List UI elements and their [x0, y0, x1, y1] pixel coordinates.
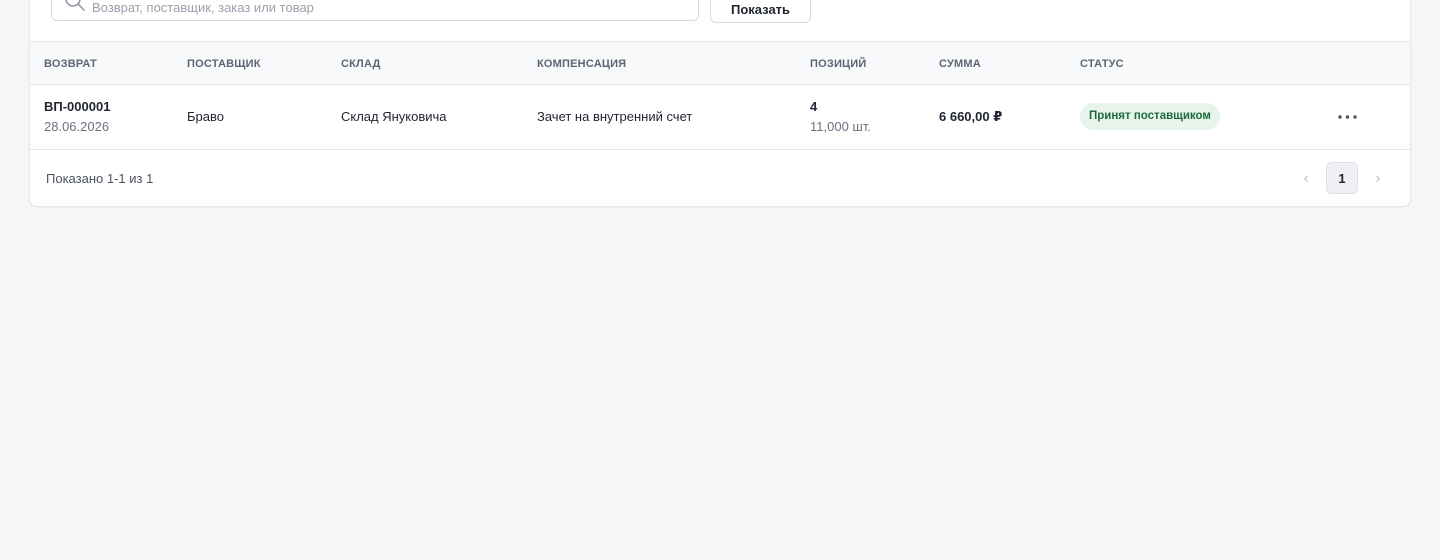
- warehouse-name: Склад Януковича: [341, 109, 447, 124]
- column-header-return[interactable]: Возврат: [44, 58, 97, 70]
- return-date: 28.06.2026: [44, 119, 110, 134]
- table-header: Возврат Поставщик Склад Компенсация Пози…: [30, 42, 1410, 85]
- pagination-next-button[interactable]: ›: [1366, 163, 1390, 195]
- search-input[interactable]: [92, 0, 682, 20]
- column-header-status[interactable]: Статус: [1080, 58, 1124, 70]
- search-icon: [65, 0, 85, 11]
- column-header-amount[interactable]: Сумма: [939, 58, 981, 70]
- pagination-page-button[interactable]: 1: [1326, 162, 1358, 194]
- more-horizontal-icon: [1338, 115, 1357, 119]
- column-header-supplier[interactable]: Поставщик: [187, 58, 261, 70]
- table-row[interactable]: ВП-000001 28.06.2026 Браво Склад Янукови…: [30, 85, 1410, 150]
- filter-bar: Показать: [30, 0, 1410, 42]
- row-actions-button[interactable]: [1330, 103, 1366, 131]
- show-button[interactable]: Показать: [710, 0, 811, 23]
- returns-card: Показать Возврат Поставщик Склад Компенс…: [29, 0, 1411, 207]
- positions-count: 4: [810, 99, 818, 114]
- column-header-warehouse[interactable]: Склад: [341, 58, 381, 70]
- column-header-compensation[interactable]: Компенсация: [537, 58, 626, 70]
- status-badge: Принят поставщиком: [1080, 103, 1220, 130]
- return-amount: 6 660,00 ₽: [939, 109, 1003, 124]
- positions-quantity: 11,000 шт.: [810, 119, 871, 134]
- column-header-positions[interactable]: Позиций: [810, 58, 867, 70]
- return-number[interactable]: ВП-000001: [44, 99, 110, 114]
- pagination-prev-button[interactable]: ‹: [1294, 163, 1318, 195]
- supplier-name: Браво: [187, 109, 224, 124]
- search-box[interactable]: [51, 0, 699, 21]
- pagination-summary: Показано 1-1 из 1: [46, 171, 154, 186]
- table-footer: Показано 1-1 из 1 ‹ 1 ›: [30, 150, 1410, 206]
- compensation-type: Зачет на внутренний счет: [537, 109, 693, 124]
